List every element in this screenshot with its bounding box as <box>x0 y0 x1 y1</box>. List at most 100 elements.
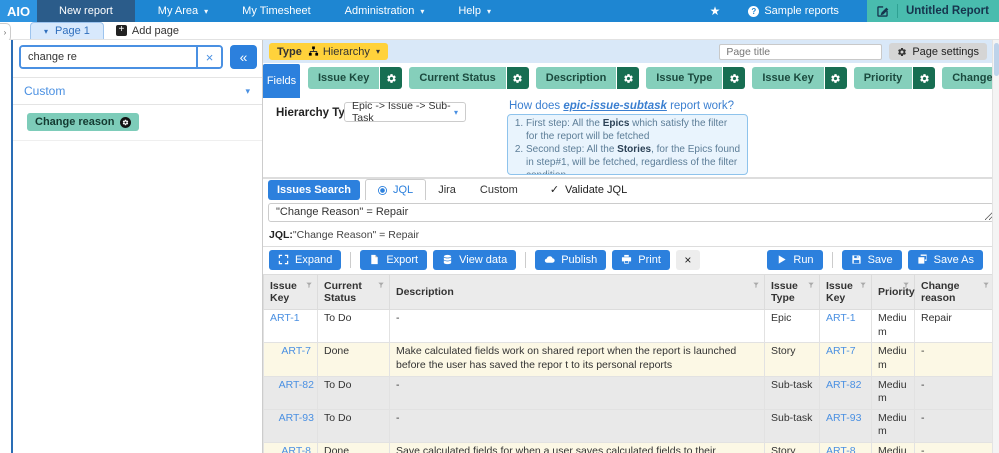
field-chip-issue-key[interactable]: Issue Key <box>752 67 846 89</box>
field-chip-gear-icon[interactable] <box>380 67 402 89</box>
nav-item-my-area[interactable]: My Area▾ <box>141 0 225 22</box>
jql-summary-value: "Change Reason" = Repair <box>293 229 419 241</box>
status-cell: Done <box>318 443 390 453</box>
issue-key-link[interactable]: ART-1 <box>264 310 318 343</box>
field-chip-description[interactable]: Description <box>536 67 640 89</box>
export-button[interactable]: Export <box>360 250 427 270</box>
field-chip-gear-icon[interactable] <box>723 67 745 89</box>
database-icon <box>442 254 453 265</box>
filter-icon[interactable] <box>305 281 313 289</box>
tab-jql[interactable]: JQL <box>365 179 426 200</box>
filter-icon[interactable] <box>902 281 910 289</box>
field-chip-priority[interactable]: Priority <box>854 67 936 89</box>
filter-icon[interactable] <box>752 281 760 289</box>
gear-icon <box>897 47 907 57</box>
scrollbar-thumb[interactable] <box>994 43 999 76</box>
report-type-button[interactable]: Type Hierarchy ▾ <box>269 43 388 60</box>
filter-icon[interactable] <box>982 281 990 289</box>
report-actions-row: Expand Export View data Publish Print × … <box>263 246 999 272</box>
publish-button[interactable]: Publish <box>535 250 606 270</box>
field-chip-change-reason[interactable]: Change reason <box>942 67 999 89</box>
field-chip-label: Issue Key <box>308 67 379 89</box>
field-chip-gear-icon[interactable] <box>913 67 935 89</box>
collapse-sidebar-button[interactable]: « <box>230 45 257 69</box>
save-as-button[interactable]: Save As <box>908 250 983 270</box>
column-header-current-status[interactable]: Current Status <box>318 275 390 310</box>
issue-key-link[interactable]: ART-93 <box>264 409 318 442</box>
tab-page-1[interactable]: ▾ Page 1 <box>30 22 104 39</box>
expand-button[interactable]: Expand <box>269 250 341 270</box>
nav-item-administration[interactable]: Administration▾ <box>328 0 442 22</box>
change-reason-cell: - <box>915 343 995 376</box>
type-label: Type <box>277 46 302 58</box>
table-header-row: Issue KeyCurrent StatusDescriptionIssue … <box>264 275 995 310</box>
field-chip-gear-icon[interactable] <box>617 67 639 89</box>
sample-reports-link[interactable]: ? Sample reports <box>748 0 839 22</box>
jql-summary: JQL:"Change Reason" = Repair <box>263 225 999 246</box>
page-title-input[interactable] <box>719 44 882 60</box>
column-header-issue-type[interactable]: Issue Type <box>765 275 820 310</box>
print-button[interactable]: Print <box>612 250 670 270</box>
filter-icon[interactable] <box>377 281 385 289</box>
field-chip-current-status[interactable]: Current Status <box>409 67 528 89</box>
filter-icon[interactable] <box>859 281 867 289</box>
add-page-button[interactable]: + Add page <box>116 22 179 39</box>
description-cell: - <box>390 409 765 442</box>
issue-key-link[interactable]: ART-8 <box>820 443 872 453</box>
column-header-priority[interactable]: Priority <box>872 275 915 310</box>
field-chip-issue-type[interactable]: Issue Type <box>646 67 745 89</box>
issue-key-link[interactable]: ART-1 <box>820 310 872 343</box>
table-row-art-82: ART-82To Do-Sub-taskART-82Medium- <box>264 376 995 409</box>
nav-item-label: My Area <box>158 5 198 17</box>
priority-cell: Medium <box>872 376 915 409</box>
tab-custom[interactable]: Custom <box>468 179 530 200</box>
hierarchy-help-link[interactable]: How does epic-issue-subtask report work? <box>509 100 734 112</box>
jql-editor-area <box>268 203 994 225</box>
field-chip-gear-icon[interactable] <box>507 67 529 89</box>
divider <box>897 4 898 18</box>
nav-item-my-timesheet[interactable]: My Timesheet <box>225 0 327 22</box>
close-button[interactable]: × <box>676 250 700 270</box>
tab-fields[interactable]: Fields <box>263 64 300 98</box>
jql-query-textarea[interactable] <box>268 203 994 222</box>
tab-jira[interactable]: Jira <box>426 179 468 200</box>
file-icon <box>369 254 380 265</box>
issue-type-cell: Story <box>765 343 820 376</box>
priority-cell: Medium <box>872 310 915 343</box>
save-button[interactable]: Save <box>842 250 902 270</box>
divider <box>525 252 526 268</box>
column-header-description[interactable]: Description <box>390 275 765 310</box>
field-chips-strip: Issue Key Current Status Description Issue … <box>308 67 999 89</box>
column-header-issue-key[interactable]: Issue Key <box>820 275 872 310</box>
field-search-input[interactable] <box>21 47 196 67</box>
field-chip-change-reason[interactable]: Change reason <box>27 113 139 131</box>
issue-key-link[interactable]: ART-82 <box>820 376 872 409</box>
run-button[interactable]: Run <box>767 250 822 270</box>
clear-search-icon[interactable]: × <box>196 47 221 67</box>
issue-key-link[interactable]: ART-7 <box>264 343 318 376</box>
favorite-star-icon[interactable]: ★ <box>710 0 721 22</box>
filter-icon[interactable] <box>807 281 815 289</box>
sidebar-section-custom[interactable]: Custom ▾ <box>13 77 262 105</box>
page-settings-button[interactable]: Page settings <box>889 43 987 60</box>
app-logo[interactable]: AIO <box>0 0 37 22</box>
field-chip-issue-key[interactable]: Issue Key <box>308 67 402 89</box>
issue-key-link[interactable]: ART-7 <box>820 343 872 376</box>
sample-reports-label: Sample reports <box>764 5 839 17</box>
field-chip-gear-icon[interactable] <box>825 67 847 89</box>
nav-item-help[interactable]: Help▾ <box>441 0 508 22</box>
validate-jql-button[interactable]: ✓ Validate JQL <box>550 183 627 196</box>
column-header-issue-key[interactable]: Issue Key <box>264 275 318 310</box>
chip-gear-icon[interactable] <box>120 117 131 128</box>
table-row-art-7: ART-7DoneMake calculated fields work on … <box>264 343 995 376</box>
nav-item-new-report[interactable]: New report <box>37 0 135 22</box>
edit-report-icon[interactable] <box>876 5 889 18</box>
view-data-button[interactable]: View data <box>433 250 516 270</box>
vertical-scrollbar[interactable] <box>992 40 999 453</box>
issues-search-button[interactable]: Issues Search <box>268 180 360 200</box>
issue-key-link[interactable]: ART-8 <box>264 443 318 453</box>
hierarchy-type-select[interactable]: Epic -> Issue -> Sub-Task ▾ <box>344 102 466 122</box>
issue-key-link[interactable]: ART-93 <box>820 409 872 442</box>
column-header-change-reason[interactable]: Change reason <box>915 275 995 310</box>
issue-key-link[interactable]: ART-82 <box>264 376 318 409</box>
